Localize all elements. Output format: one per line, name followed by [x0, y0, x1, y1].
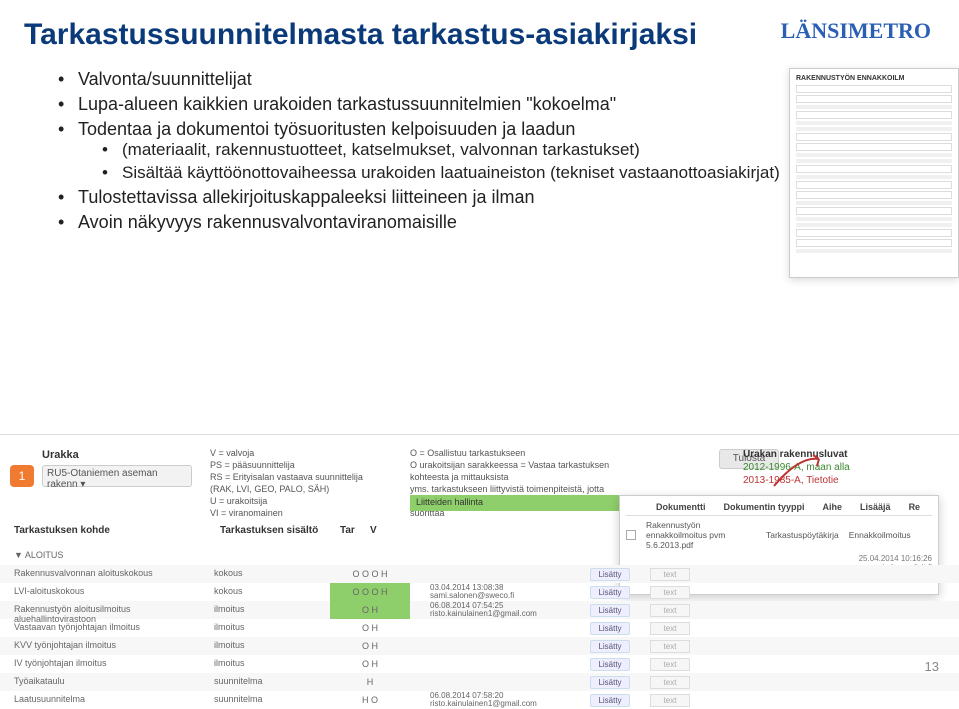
arrow-icon [769, 451, 829, 491]
table-row[interactable]: Rakennusvalvonnan aloituskokouskokousO O… [0, 565, 959, 583]
urakka-label: Urakka [42, 449, 79, 461]
table-row[interactable]: TyöaikataulusuunnitelmaHLisättytext [0, 673, 959, 691]
app-screenshot: 1 Urakka RU5-Otaniemen aseman rakenn ▾ V… [0, 434, 959, 684]
table-row[interactable]: KVV työnjohtajan ilmoitusilmoitusO HLisä… [0, 637, 959, 655]
attachment-row[interactable]: Rakennustyön ennakkoilmoitus pvm 5.6.201… [626, 520, 932, 550]
page-number: 13 [925, 659, 939, 674]
step-badge: 1 [10, 465, 34, 487]
table-row[interactable]: ▼ ALOITUS [0, 547, 959, 565]
table-row[interactable]: Vastaavan työnjohtajan ilmoitusilmoitusO… [0, 619, 959, 637]
table-row[interactable]: Rakennustyön aloitusilmoitus aluehallint… [0, 601, 959, 619]
table-row[interactable]: IV työnjohtajan ilmoitusilmoitusO HLisät… [0, 655, 959, 673]
embedded-document-thumbnail: RAKENNUSTYÖN ENNAKKOILM [789, 68, 959, 278]
brand-logo: LÄNSIMETRO [781, 18, 931, 44]
checkbox-icon[interactable] [626, 530, 636, 540]
table-row[interactable]: LVI-aloituskokouskokousO O O H03.04.2014… [0, 583, 959, 601]
table-body: ▼ ALOITUSRakennusvalvonnan aloituskokous… [0, 547, 959, 709]
slide-title: Tarkastussuunnitelmasta tarkastus-asiaki… [24, 18, 744, 53]
urakka-select[interactable]: RU5-Otaniemen aseman rakenn ▾ [42, 465, 192, 487]
table-row[interactable]: LaatusuunnitelmasuunnitelmaH O06.08.2014… [0, 691, 959, 709]
legend-column-roles: V = valvoja PS = pääsuunnittelija RS = E… [210, 447, 390, 519]
